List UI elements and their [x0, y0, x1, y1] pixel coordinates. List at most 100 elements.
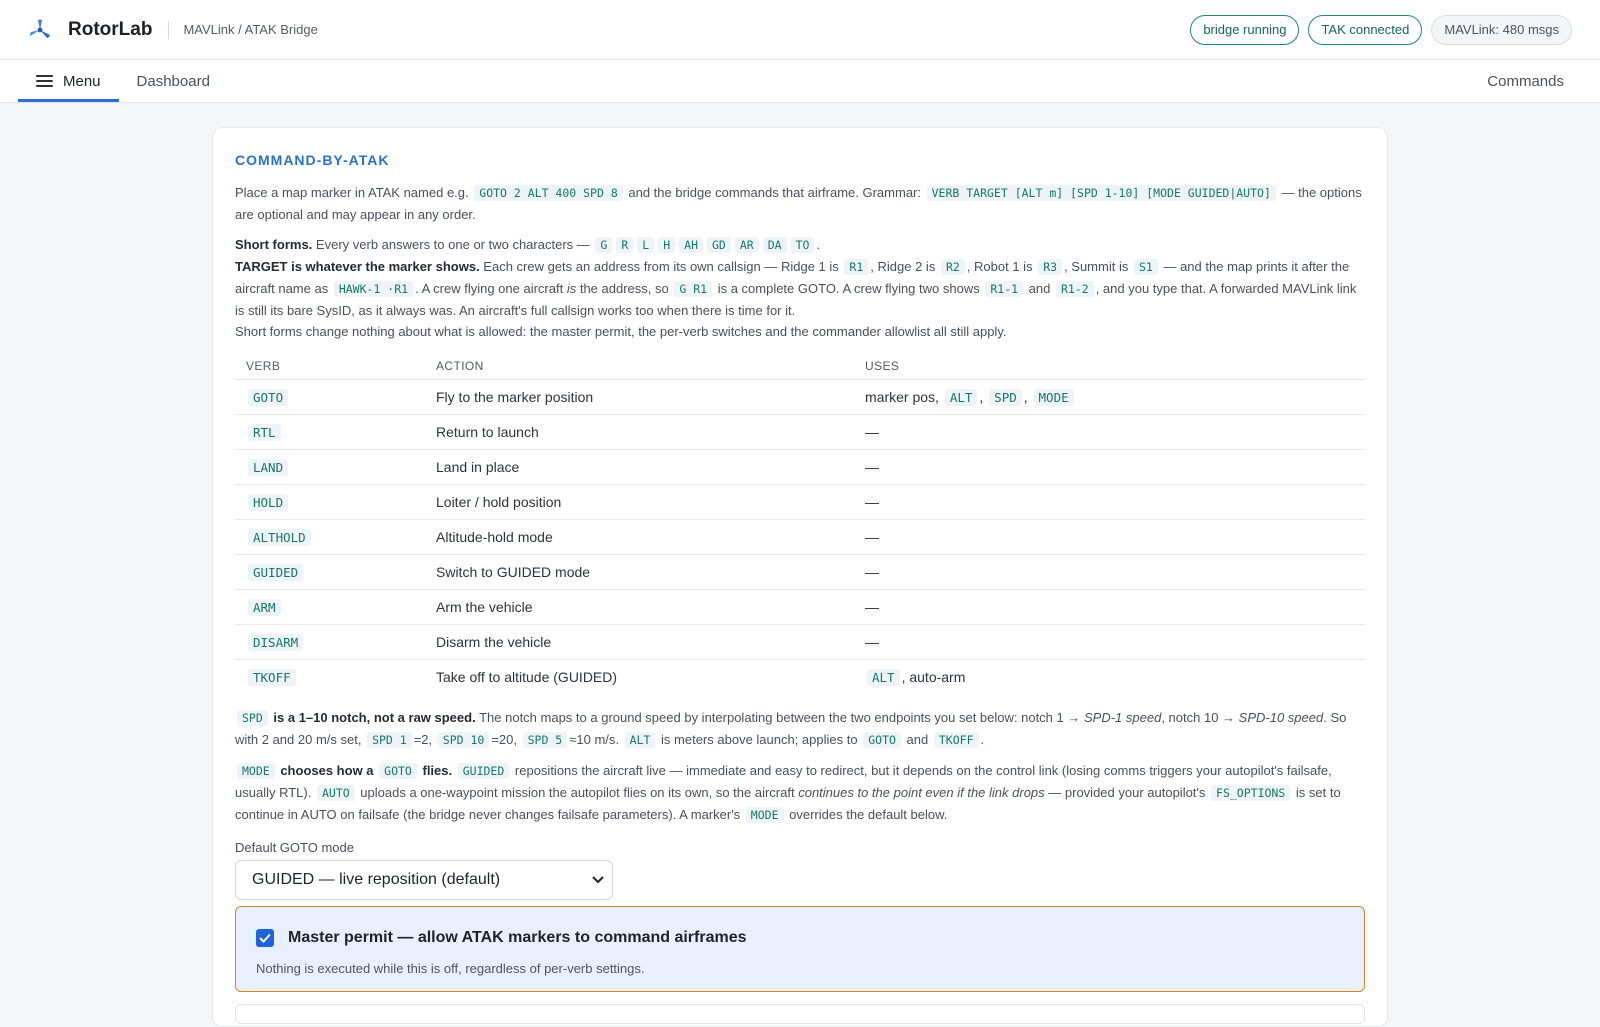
master-permit-label[interactable]: Master permit — allow ATAK markers to co… [288, 929, 747, 947]
mode-paragraph: MODE chooses how a GOTO flies. GUIDED re… [235, 762, 1341, 823]
action-cell: Altitude-hold mode [425, 519, 854, 555]
brand-divider [168, 20, 170, 39]
verb-code: GOTO [248, 389, 289, 406]
short-forms-note: Short forms change nothing about what is… [235, 324, 1007, 339]
uses-code: MODE [1033, 389, 1074, 406]
action-cell: Take off to altitude (GUIDED) [436, 669, 618, 686]
verb-cell: TKOFF [235, 660, 425, 695]
status-badge-mavlink: MAVLink: 480 msgs [1431, 14, 1572, 45]
action-cell: Arm the vehicle [425, 589, 854, 625]
action-cell: Loiter / hold position [425, 484, 854, 520]
uses-text: — [865, 634, 879, 650]
table-row: LAND Land in place — [235, 449, 1365, 485]
verb-cell: ALTHOLD [235, 519, 425, 555]
checkmark-icon [259, 933, 271, 943]
verb-code: GUIDED [248, 564, 304, 581]
uses-code: ALT [867, 669, 900, 687]
uses-cell: — [854, 589, 1365, 625]
default-mode-label: Default GOTO mode [235, 839, 354, 855]
uses-text: — [865, 459, 879, 475]
uses-cell: — [854, 414, 1365, 450]
column-header-action: ACTION [425, 353, 854, 380]
example-marker-code: GOTO 2 ALT 400 SPD 8 [474, 185, 623, 201]
verb-code: ARM [248, 599, 281, 616]
uses-text: — [865, 564, 879, 580]
column-header-verb: VERB [235, 353, 425, 380]
table-row: TKOFF Take off to altitude (GUIDED) ALT, a… [235, 660, 1365, 695]
menu-button[interactable]: Menu [18, 60, 119, 102]
table-row: ALTHOLD Altitude-hold mode — [235, 519, 1365, 555]
table-row: ARM Arm the vehicle — [235, 589, 1365, 625]
verb-cell: LAND [235, 449, 425, 485]
spd-paragraph: SPD is a 1–10 notch, not a raw speed. Th… [235, 709, 1347, 748]
uses-cell: — [854, 554, 1365, 590]
verb-cell: GUIDED [235, 554, 425, 590]
action-cell: Disarm the vehicle [425, 624, 854, 660]
hamburger-icon [36, 75, 53, 87]
action-cell: Switch to GUIDED mode [425, 554, 854, 590]
action-cell: Fly to the marker position [425, 379, 854, 415]
verb-code: LAND [248, 459, 289, 476]
intro-paragraph: Place a map marker in ATAK named e.g. GO… [235, 185, 1362, 222]
table-row: GOTO Fly to the marker position marker pos… [235, 379, 1365, 415]
table-row: DISARM Disarm the vehicle — [235, 624, 1365, 660]
verb-code: TKOFF [248, 669, 296, 687]
brand-name: RotorLab [68, 18, 153, 40]
uses-code: SPD [989, 389, 1022, 406]
status-badge-bridge: bridge running [1190, 14, 1300, 45]
verb-code: DISARM [248, 634, 304, 651]
status-badge-tak: TAK connected [1308, 14, 1423, 45]
rotor-logo-icon [30, 19, 50, 38]
column-header-uses: USES [854, 353, 1365, 380]
nav-bar: Menu Dashboard Commands [0, 60, 1600, 103]
verb-code: ALTHOLD [248, 529, 311, 546]
chevron-down-icon [592, 873, 604, 887]
uses-text: — [865, 529, 879, 545]
nav-dashboard[interactable]: Dashboard [119, 60, 228, 102]
master-permit-help: Nothing is executed while this is off, r… [256, 960, 645, 976]
master-permit-checkbox[interactable] [256, 928, 274, 947]
section-title: COMMAND-BY-ATAK [235, 152, 390, 168]
uses-cell: — [854, 519, 1365, 555]
uses-cell: — [854, 449, 1365, 485]
menu-label: Menu [63, 72, 101, 90]
status-pills: bridge running TAK connected MAVLink: 48… [1190, 14, 1572, 45]
uses-text: marker pos, [865, 389, 939, 405]
next-panel [235, 1003, 1365, 1024]
verb-cell: RTL [235, 414, 425, 450]
table-row: HOLD Loiter / hold position — [235, 484, 1365, 520]
short-forms-paragraph: Short forms. Every verb answers to one o… [235, 237, 821, 253]
verb-cell: ARM [235, 589, 425, 625]
uses-text: — [865, 424, 879, 440]
verb-cell: GOTO [235, 379, 425, 415]
command-by-atak-card: COMMAND-BY-ATAK Place a map marker in AT… [212, 127, 1388, 1027]
action-cell: Land in place [425, 449, 854, 485]
verb-code: HOLD [248, 494, 289, 511]
uses-text: — [865, 599, 879, 615]
table-header-row: VERB ACTION USES [235, 353, 1365, 380]
target-paragraph: TARGET is whatever the marker shows. Eac… [235, 259, 1357, 318]
master-permit-row: Master permit — allow ATAK markers to co… [256, 928, 1348, 947]
uses-cell: — [854, 624, 1365, 660]
uses-cell: ALT, auto-arm [854, 660, 1365, 695]
app-subtitle: MAVLink / ATAK Bridge [183, 22, 318, 37]
default-goto-mode-value: GUIDED — live reposition (default) [252, 870, 501, 888]
default-goto-mode-select[interactable]: GUIDED — live reposition (default) [235, 859, 613, 900]
table-row: RTL Return to launch — [235, 414, 1365, 450]
verb-cell: DISARM [235, 624, 425, 660]
nav-commands[interactable]: Commands [1469, 60, 1582, 102]
verb-code: RTL [248, 424, 281, 441]
action-cell: Return to launch [425, 414, 854, 450]
uses-suffix: , auto-arm [901, 669, 966, 686]
verb-cell: HOLD [235, 484, 425, 520]
verb-table-body: GOTO Fly to the marker position marker pos… [235, 379, 1365, 695]
uses-cell: — [854, 484, 1365, 520]
verb-table: VERB ACTION USES GOTO Fly to the marker p… [235, 353, 1365, 695]
uses-cell: marker pos, ALT, SPD, MODE [854, 379, 1365, 415]
uses-code: ALT [944, 389, 978, 406]
table-row: GUIDED Switch to GUIDED mode — [235, 554, 1365, 590]
top-bar: RotorLab MAVLink / ATAK Bridge bridge ru… [0, 0, 1600, 60]
uses-text: — [865, 494, 879, 510]
grammar-code: VERB TARGET [ALT m] [SPD 1-10] [MODE GUI… [926, 185, 1276, 201]
master-permit-panel: Master permit — allow ATAK markers to co… [235, 905, 1365, 992]
